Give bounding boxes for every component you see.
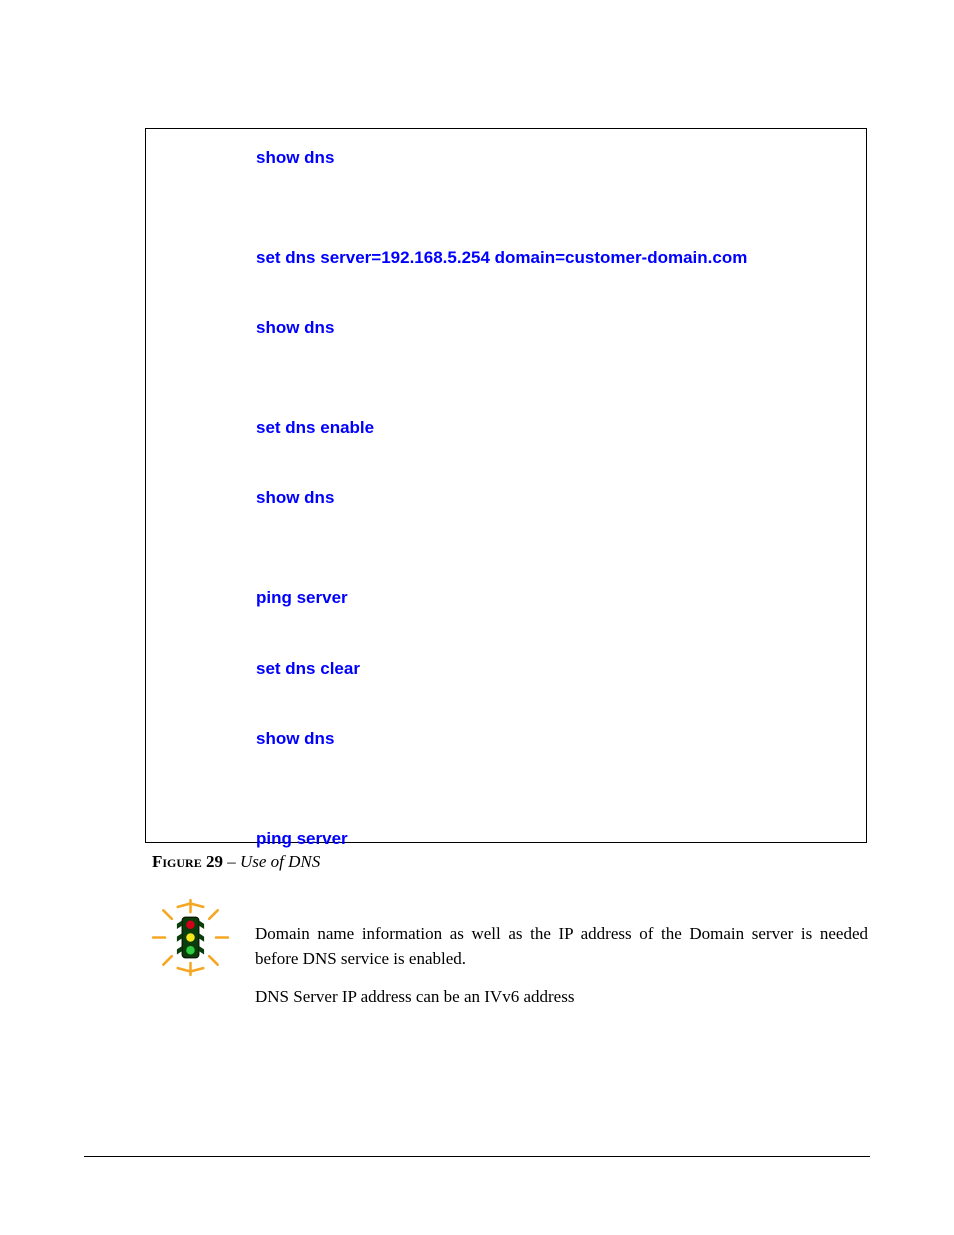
note-paragraphs: Domain name information as well as the I… bbox=[255, 922, 868, 1024]
command-line: ping server bbox=[256, 587, 846, 609]
command-line: show dns bbox=[256, 728, 846, 750]
figure-label: Figure 29 bbox=[152, 852, 223, 871]
traffic-light-icon bbox=[148, 895, 233, 980]
command-line: set dns server=192.168.5.254 domain=cust… bbox=[256, 247, 846, 269]
command-line: show dns bbox=[256, 487, 846, 509]
command-line: set dns enable bbox=[256, 417, 846, 439]
figure-title: Use of DNS bbox=[240, 852, 320, 871]
note-paragraph: DNS Server IP address can be an IVv6 add… bbox=[255, 985, 868, 1010]
command-line: show dns bbox=[256, 317, 846, 339]
note-paragraph: Domain name information as well as the I… bbox=[255, 922, 868, 971]
footer-rule bbox=[84, 1156, 870, 1157]
figure-code-box: show dns set dns server=192.168.5.254 do… bbox=[145, 128, 867, 843]
command-line: show dns bbox=[256, 147, 846, 169]
command-line: ping server bbox=[256, 828, 846, 850]
figure-sep: – bbox=[223, 852, 240, 871]
figure-caption: Figure 29 – Use of DNS bbox=[152, 852, 320, 872]
command-line: set dns clear bbox=[256, 658, 846, 680]
